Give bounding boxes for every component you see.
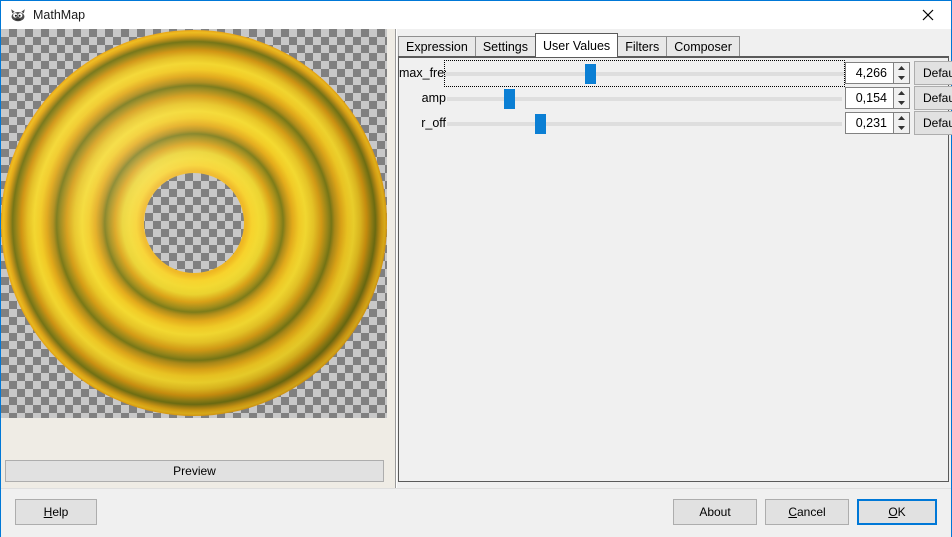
preview-button-container: Preview (5, 460, 384, 482)
preview-button[interactable]: Preview (5, 460, 384, 482)
user-value-entry-max_freq[interactable]: 4,266 (845, 62, 893, 84)
mathmap-dialog-window: MathMap (0, 0, 952, 537)
preview-panel: Preview (1, 29, 395, 488)
slider-handle[interactable] (504, 89, 515, 109)
tab-composer-label: Composer (674, 40, 732, 54)
triangle-up-icon[interactable] (894, 113, 909, 123)
user-value-row-amp: amp 0,154 Default (399, 86, 948, 111)
tab-composer[interactable]: Composer (666, 36, 740, 57)
help-button[interactable]: Help (15, 499, 97, 525)
tab-user-values[interactable]: User Values (535, 33, 618, 57)
cancel-button-label: ancel (797, 505, 826, 519)
triangle-up-icon[interactable] (894, 88, 909, 98)
preview-image (1, 29, 387, 418)
ok-button-mnemonic: O (888, 505, 897, 519)
notebook-panel: Expression Settings User Values Filters … (397, 29, 951, 488)
triangle-down-icon[interactable] (894, 98, 909, 108)
tab-filters-label: Filters (625, 40, 659, 54)
user-value-spinner-max_freq[interactable] (893, 62, 910, 84)
user-value-label-max_freq: max_freq (399, 61, 446, 86)
help-button-mnemonic: H (44, 505, 53, 519)
tab-expression[interactable]: Expression (398, 36, 476, 57)
tab-settings[interactable]: Settings (475, 36, 536, 57)
user-value-default-button-r_off[interactable]: Default (914, 111, 952, 135)
user-value-spinner-amp[interactable] (893, 87, 910, 109)
user-value-slider-r_off[interactable] (447, 111, 842, 136)
window-title: MathMap (33, 7, 85, 23)
ok-button[interactable]: OK (857, 499, 937, 525)
preview-canvas[interactable] (1, 29, 387, 418)
user-value-label-amp: amp (399, 86, 446, 111)
slider-trough (447, 122, 842, 126)
user-value-row-max_freq: max_freq 4,266 Default (399, 61, 948, 86)
slider-trough (445, 72, 844, 76)
title-bar: MathMap (1, 1, 951, 30)
user-value-row-r_off: r_off 0,231 Default (399, 111, 948, 136)
about-button[interactable]: About (673, 499, 757, 525)
cancel-button-mnemonic: C (788, 505, 797, 519)
user-value-label-r_off: r_off (399, 111, 446, 136)
tab-strip: Expression Settings User Values Filters … (398, 33, 739, 57)
triangle-down-icon[interactable] (894, 123, 909, 133)
cancel-button[interactable]: Cancel (765, 499, 849, 525)
tab-user-values-label: User Values (543, 39, 610, 53)
triangle-up-icon[interactable] (894, 63, 909, 73)
user-value-default-button-amp[interactable]: Default (914, 86, 952, 110)
close-icon[interactable] (905, 1, 951, 28)
user-values-page: max_freq 4,266 Default amp (398, 56, 949, 482)
triangle-down-icon[interactable] (894, 73, 909, 83)
ok-button-label: K (898, 505, 906, 519)
user-value-slider-max_freq[interactable] (445, 61, 844, 86)
user-value-default-button-max_freq[interactable]: Default (914, 61, 952, 85)
user-value-entry-r_off[interactable]: 0,231 (845, 112, 893, 134)
slider-handle[interactable] (535, 114, 546, 134)
tab-filters[interactable]: Filters (617, 36, 667, 57)
user-value-entry-amp[interactable]: 0,154 (845, 87, 893, 109)
tab-expression-label: Expression (406, 40, 468, 54)
tab-settings-label: Settings (483, 40, 528, 54)
help-button-label: elp (52, 505, 68, 519)
wilber-icon (10, 7, 26, 23)
action-bar: Help About Cancel OK (1, 488, 951, 537)
user-value-slider-amp[interactable] (447, 86, 842, 111)
slider-handle[interactable] (585, 64, 596, 84)
user-value-spinner-r_off[interactable] (893, 112, 910, 134)
